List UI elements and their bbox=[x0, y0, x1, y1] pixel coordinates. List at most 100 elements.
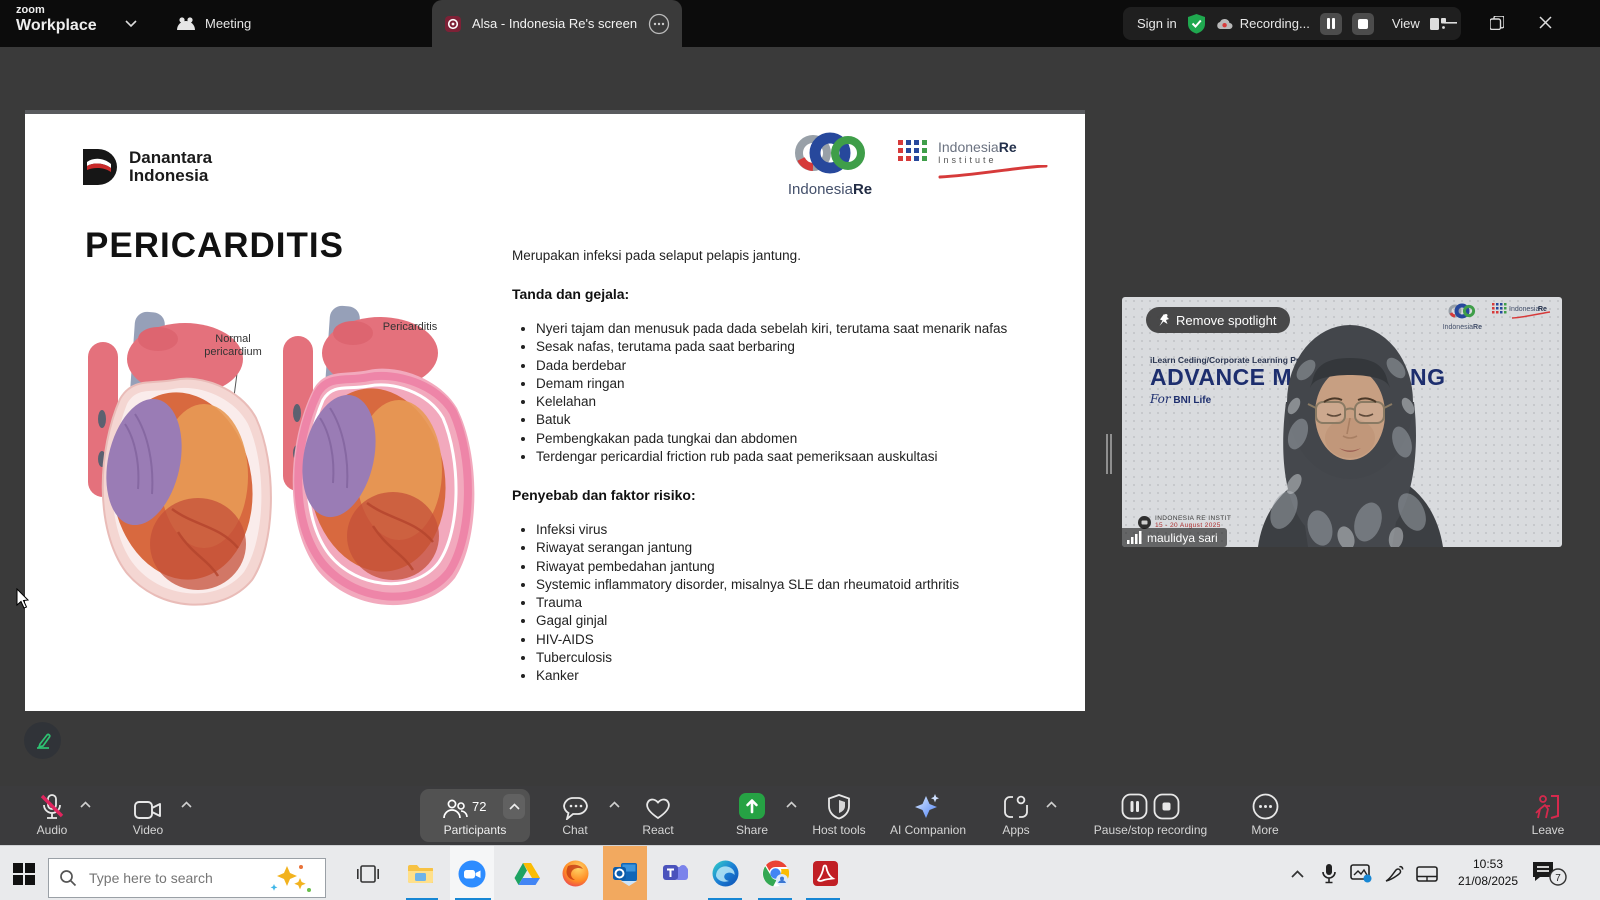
more-button[interactable]: More bbox=[1235, 786, 1295, 845]
panel-resize-handle[interactable] bbox=[1104, 434, 1114, 474]
tray-microphone-icon[interactable] bbox=[1314, 846, 1344, 900]
windows-logo-icon bbox=[13, 863, 35, 885]
recording-label: Recording... bbox=[1240, 16, 1310, 31]
chevron-down-icon[interactable] bbox=[124, 19, 138, 29]
taskbar-clock[interactable]: 10:53 21/08/2025 bbox=[1448, 856, 1528, 890]
annotate-pencil-icon bbox=[33, 731, 53, 751]
bullet-item: Nyeri tajam dan menusuk pada dada sebela… bbox=[536, 320, 1052, 338]
indonesiare-text-light: Indonesia bbox=[788, 181, 853, 198]
meeting-people-icon bbox=[176, 15, 196, 33]
chat-options-chevron[interactable] bbox=[609, 800, 620, 811]
view-button[interactable]: View bbox=[1392, 16, 1420, 31]
institute-sub-label: Institute bbox=[938, 155, 1048, 165]
notification-center-button[interactable]: 7 bbox=[1528, 846, 1572, 900]
apps-icon bbox=[1003, 795, 1029, 820]
ai-companion-icon bbox=[914, 793, 942, 820]
bullet-item: Dada berdebar bbox=[536, 357, 1052, 375]
video-options-chevron[interactable] bbox=[181, 800, 192, 811]
start-button[interactable] bbox=[2, 846, 46, 900]
taskbar-google-drive[interactable] bbox=[505, 846, 549, 900]
tray-ink-pen-icon[interactable] bbox=[1378, 846, 1410, 900]
tab-shared-screen[interactable]: Alsa - Indonesia Re's screen bbox=[432, 0, 682, 47]
teams-icon bbox=[662, 861, 689, 886]
taskbar-file-explorer[interactable] bbox=[398, 846, 442, 900]
zoom-workplace-logo: zoom Workplace bbox=[16, 5, 97, 34]
chat-button[interactable]: Chat bbox=[545, 786, 605, 845]
indonesiare-logo: IndonesiaRe bbox=[780, 132, 880, 198]
notification-icon: 7 bbox=[1532, 861, 1568, 887]
pause-recording-button[interactable] bbox=[1320, 13, 1342, 35]
institute-text-light: Indonesia bbox=[938, 139, 999, 155]
apps-button[interactable]: Apps bbox=[988, 786, 1044, 845]
share-screen-icon bbox=[738, 792, 766, 820]
vbg-client-label: For BNI Life bbox=[1150, 392, 1211, 406]
task-view-button[interactable] bbox=[346, 846, 390, 900]
clock-time: 10:53 bbox=[1448, 856, 1528, 873]
mouse-cursor bbox=[16, 588, 30, 609]
vbg-logos: IndonesiaRe IndonesiaRe bbox=[1443, 303, 1552, 331]
minimize-button[interactable] bbox=[1427, 0, 1473, 45]
participant-video-person bbox=[1250, 314, 1450, 547]
indonesiare-text-bold: Re bbox=[853, 181, 872, 198]
bullet-item: Kelelahan bbox=[536, 393, 1052, 411]
taskbar-teams[interactable] bbox=[653, 846, 697, 900]
tab-meeting-label: Meeting bbox=[205, 16, 251, 31]
taskbar-edge[interactable] bbox=[703, 846, 747, 900]
zoom-workplace-window: zoom Workplace Meeting Alsa - Indonesia … bbox=[0, 0, 1600, 900]
search-input[interactable] bbox=[87, 869, 247, 887]
participant-name-badge: maulidya sari bbox=[1122, 528, 1227, 547]
danantara-line2: Indonesia bbox=[129, 167, 212, 185]
symptoms-list: Nyeri tajam dan menusuk pada dada sebela… bbox=[512, 320, 1052, 466]
participants-button[interactable]: 72 Participants bbox=[420, 789, 530, 842]
share-options-chevron[interactable] bbox=[786, 800, 797, 811]
host-tools-button[interactable]: Host tools bbox=[805, 786, 873, 845]
indonesiare-institute-logo: IndonesiaRe Institute bbox=[898, 140, 1048, 184]
tab-options-icon[interactable] bbox=[648, 13, 670, 35]
vbg-institute-icon: IndonesiaRe bbox=[1492, 303, 1552, 321]
bullet-item: Infeksi virus bbox=[536, 521, 1052, 539]
brand-zoom: zoom bbox=[16, 5, 97, 16]
audio-button[interactable]: Audio bbox=[22, 786, 82, 845]
stop-recording-button[interactable] bbox=[1352, 13, 1374, 35]
participants-chevron-button[interactable] bbox=[503, 794, 525, 819]
bullet-item: Pembengkakan pada tungkai dan abdomen bbox=[536, 430, 1052, 448]
maximize-button[interactable] bbox=[1474, 0, 1520, 45]
tray-touchpad-icon[interactable] bbox=[1410, 846, 1444, 900]
react-button[interactable]: React bbox=[628, 786, 688, 845]
pin-icon bbox=[1156, 313, 1170, 328]
tray-show-hidden-icons[interactable] bbox=[1280, 846, 1314, 900]
file-explorer-icon bbox=[407, 863, 433, 885]
bullet-item: Sesak nafas, terutama pada saat berbarin… bbox=[536, 338, 1052, 356]
chrome-icon bbox=[762, 860, 789, 887]
taskbar-outlook[interactable] bbox=[603, 846, 647, 900]
more-ellipsis-icon bbox=[1252, 793, 1279, 820]
security-shield-icon[interactable] bbox=[1187, 13, 1206, 34]
diagram-label-normal: Normalpericardium bbox=[173, 333, 293, 359]
tray-snip-icon[interactable] bbox=[1344, 846, 1378, 900]
leave-button[interactable]: Leave bbox=[1518, 786, 1578, 845]
annotate-button[interactable] bbox=[24, 722, 61, 759]
sign-in-button[interactable]: Sign in bbox=[1137, 16, 1177, 31]
taskbar-search[interactable] bbox=[48, 858, 326, 898]
participants-icon bbox=[442, 798, 468, 820]
share-button[interactable]: Share bbox=[722, 786, 782, 845]
taskbar-zoom[interactable] bbox=[450, 846, 494, 900]
spotlight-video-tile[interactable]: iLearn Ceding/Corporate Learning Program… bbox=[1122, 297, 1562, 547]
taskbar-acrobat[interactable] bbox=[803, 846, 847, 900]
taskbar-firefox[interactable] bbox=[553, 846, 597, 900]
video-button[interactable]: Video bbox=[118, 786, 178, 845]
tab-meeting[interactable]: Meeting bbox=[176, 0, 251, 47]
ai-companion-button[interactable]: AI Companion bbox=[885, 786, 971, 845]
vbg-indonesiare-rings-icon bbox=[1445, 303, 1479, 319]
close-button[interactable] bbox=[1522, 0, 1568, 45]
taskbar-chrome[interactable] bbox=[753, 846, 797, 900]
svg-text:Indonesia: Indonesia bbox=[1509, 306, 1539, 313]
bullet-item: Systemic inflammatory disorder, misalnya… bbox=[536, 576, 1052, 594]
outlook-icon bbox=[612, 861, 639, 886]
apps-options-chevron[interactable] bbox=[1046, 800, 1057, 811]
remove-spotlight-button[interactable]: Remove spotlight bbox=[1146, 307, 1290, 333]
pause-stop-recording-button[interactable]: Pause/stop recording bbox=[1068, 786, 1233, 845]
slide-title: PERICARDITIS bbox=[85, 226, 344, 266]
pause-recording-toolbar-icon bbox=[1121, 793, 1148, 820]
audio-options-chevron[interactable] bbox=[80, 800, 91, 811]
